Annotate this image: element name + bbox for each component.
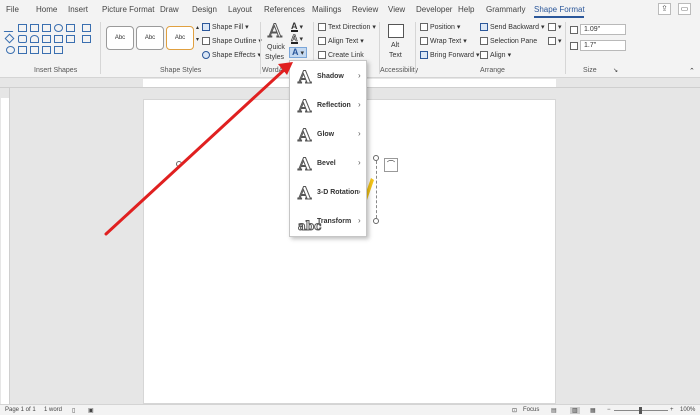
zoom-in-icon[interactable]: + [670, 407, 674, 413]
status-bar: Page 1 of 1 1 word ▯ ▣ ⊡ Focus ▤ ▥ ▦ − +… [0, 404, 700, 415]
proofing-icon[interactable]: ▯ [72, 407, 75, 414]
focus-mode-button[interactable]: Focus [523, 407, 539, 413]
word-count[interactable]: 1 word [44, 407, 62, 413]
print-layout-icon[interactable]: ▥ [570, 407, 580, 414]
focus-icon[interactable]: ⊡ [512, 407, 517, 414]
web-layout-icon[interactable]: ▦ [590, 407, 596, 414]
read-mode-icon[interactable]: ▤ [551, 407, 557, 414]
zoom-out-icon[interactable]: − [607, 407, 611, 413]
zoom-slider-thumb[interactable] [639, 407, 642, 414]
annotation-arrow [104, 62, 293, 236]
zoom-level[interactable]: 100% [680, 407, 695, 413]
page-count[interactable]: Page 1 of 1 [5, 407, 36, 413]
accessibility-check-icon[interactable]: ▣ [88, 407, 94, 414]
